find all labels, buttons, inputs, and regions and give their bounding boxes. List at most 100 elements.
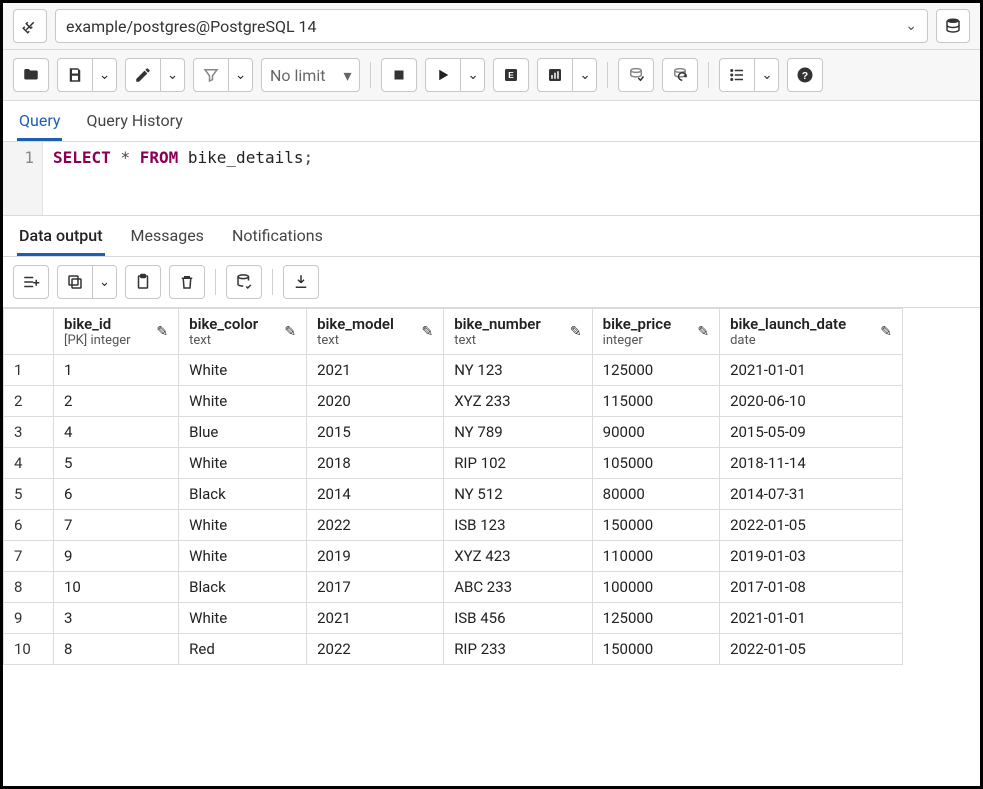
explain-button[interactable]: E — [493, 58, 529, 92]
commit-button[interactable] — [618, 58, 654, 92]
cell-bike_model[interactable]: 2015 — [307, 417, 444, 448]
cell-bike_model[interactable]: 2017 — [307, 572, 444, 603]
open-file-button[interactable] — [13, 58, 49, 92]
rollback-button[interactable] — [662, 58, 698, 92]
table-row[interactable]: 45White2018RIP 1021050002018-11-14 — [4, 448, 903, 479]
tab-query-history[interactable]: Query History — [84, 101, 184, 141]
connection-status-button[interactable] — [13, 9, 47, 43]
macros-button[interactable] — [719, 58, 755, 92]
cell-bike_model[interactable]: 2019 — [307, 541, 444, 572]
cell-bike_launch_date[interactable]: 2017-01-08 — [720, 572, 903, 603]
cell-bike_number[interactable]: NY 123 — [444, 355, 592, 386]
cell-bike_launch_date[interactable]: 2020-06-10 — [720, 386, 903, 417]
cell-bike_color[interactable]: Red — [179, 634, 307, 665]
cell-bike_model[interactable]: 2022 — [307, 634, 444, 665]
table-row[interactable]: 810Black2017ABC 2331000002017-01-08 — [4, 572, 903, 603]
cell-bike_launch_date[interactable]: 2021-01-01 — [720, 355, 903, 386]
column-header-bike_id[interactable]: bike_id[PK] integer✎ — [54, 309, 179, 355]
column-header-bike_launch_date[interactable]: bike_launch_datedate✎ — [720, 309, 903, 355]
cell-bike_launch_date[interactable]: 2015-05-09 — [720, 417, 903, 448]
save-dropdown[interactable]: ⌄ — [93, 58, 117, 92]
result-grid-wrapper[interactable]: bike_id[PK] integer✎bike_colortext✎ bike_… — [3, 308, 980, 786]
cell-bike_color[interactable]: White — [179, 510, 307, 541]
execute-button[interactable] — [425, 58, 461, 92]
tab-notifications[interactable]: Notifications — [230, 216, 325, 256]
tab-messages[interactable]: Messages — [129, 216, 206, 256]
cell-bike_model[interactable]: 2014 — [307, 479, 444, 510]
delete-row-button[interactable] — [169, 265, 205, 299]
table-row[interactable]: 22White2020XYZ 2331150002020-06-10 — [4, 386, 903, 417]
table-row[interactable]: 93White2021ISB 4561250002021-01-01 — [4, 603, 903, 634]
cell-bike_color[interactable]: White — [179, 448, 307, 479]
table-row[interactable]: 108Red2022RIP 2331500002022-01-05 — [4, 634, 903, 665]
cell-bike_model[interactable]: 2021 — [307, 603, 444, 634]
cell-bike_color[interactable]: White — [179, 355, 307, 386]
cell-bike_model[interactable]: 2022 — [307, 510, 444, 541]
cell-bike_price[interactable]: 115000 — [592, 386, 719, 417]
cell-bike_id[interactable]: 4 — [54, 417, 179, 448]
execute-dropdown[interactable]: ⌄ — [461, 58, 485, 92]
cell-bike_price[interactable]: 110000 — [592, 541, 719, 572]
explain-analyze-dropdown[interactable]: ⌄ — [573, 58, 597, 92]
row-number-cell[interactable]: 4 — [4, 448, 54, 479]
save-data-button[interactable] — [226, 265, 262, 299]
cell-bike_id[interactable]: 5 — [54, 448, 179, 479]
table-row[interactable]: 79White2019XYZ 4231100002019-01-03 — [4, 541, 903, 572]
cell-bike_id[interactable]: 6 — [54, 479, 179, 510]
cell-bike_id[interactable]: 8 — [54, 634, 179, 665]
cell-bike_launch_date[interactable]: 2014-07-31 — [720, 479, 903, 510]
table-row[interactable]: 56Black2014NY 512800002014-07-31 — [4, 479, 903, 510]
macros-dropdown[interactable]: ⌄ — [755, 58, 779, 92]
cell-bike_launch_date[interactable]: 2022-01-05 — [720, 510, 903, 541]
row-number-cell[interactable]: 3 — [4, 417, 54, 448]
cell-bike_launch_date[interactable]: 2019-01-03 — [720, 541, 903, 572]
table-row[interactable]: 11White2021NY 1231250002021-01-01 — [4, 355, 903, 386]
copy-dropdown[interactable]: ⌄ — [93, 265, 117, 299]
cell-bike_number[interactable]: RIP 233 — [444, 634, 592, 665]
cell-bike_color[interactable]: Black — [179, 479, 307, 510]
cell-bike_id[interactable]: 10 — [54, 572, 179, 603]
cell-bike_price[interactable]: 80000 — [592, 479, 719, 510]
cell-bike_price[interactable]: 125000 — [592, 603, 719, 634]
save-button[interactable] — [57, 58, 93, 92]
cell-bike_number[interactable]: RIP 102 — [444, 448, 592, 479]
connection-selector[interactable]: example/postgres@PostgreSQL 14 ⌄ — [55, 9, 928, 43]
cell-bike_number[interactable]: ISB 123 — [444, 510, 592, 541]
tab-data-output[interactable]: Data output — [17, 216, 105, 256]
cell-bike_price[interactable]: 125000 — [592, 355, 719, 386]
filter-dropdown[interactable]: ⌄ — [229, 58, 253, 92]
help-button[interactable]: ? — [787, 58, 823, 92]
row-number-header[interactable] — [4, 309, 54, 355]
cell-bike_price[interactable]: 150000 — [592, 634, 719, 665]
cell-bike_number[interactable]: XYZ 233 — [444, 386, 592, 417]
sql-editor[interactable]: 1 SELECT * FROM bike_details; — [3, 142, 980, 216]
cell-bike_price[interactable]: 90000 — [592, 417, 719, 448]
cell-bike_number[interactable]: ABC 233 — [444, 572, 592, 603]
row-number-cell[interactable]: 9 — [4, 603, 54, 634]
row-number-cell[interactable]: 2 — [4, 386, 54, 417]
cell-bike_model[interactable]: 2018 — [307, 448, 444, 479]
paste-button[interactable] — [125, 265, 161, 299]
cell-bike_id[interactable]: 9 — [54, 541, 179, 572]
cell-bike_color[interactable]: White — [179, 603, 307, 634]
cell-bike_id[interactable]: 1 — [54, 355, 179, 386]
add-row-button[interactable] — [13, 265, 49, 299]
cell-bike_model[interactable]: 2020 — [307, 386, 444, 417]
cell-bike_id[interactable]: 3 — [54, 603, 179, 634]
row-number-cell[interactable]: 10 — [4, 634, 54, 665]
copy-button[interactable] — [57, 265, 93, 299]
row-number-cell[interactable]: 8 — [4, 572, 54, 603]
column-header-bike_number[interactable]: bike_numbertext✎ — [444, 309, 592, 355]
cell-bike_number[interactable]: NY 512 — [444, 479, 592, 510]
edit-dropdown[interactable]: ⌄ — [161, 58, 185, 92]
cell-bike_price[interactable]: 105000 — [592, 448, 719, 479]
stop-button[interactable] — [381, 58, 417, 92]
tab-query[interactable]: Query — [17, 101, 62, 141]
row-number-cell[interactable]: 1 — [4, 355, 54, 386]
cell-bike_price[interactable]: 150000 — [592, 510, 719, 541]
column-header-bike_color[interactable]: bike_colortext✎ — [179, 309, 307, 355]
cell-bike_number[interactable]: NY 789 — [444, 417, 592, 448]
cell-bike_model[interactable]: 2021 — [307, 355, 444, 386]
editor-code[interactable]: SELECT * FROM bike_details; — [43, 142, 323, 215]
row-limit-selector[interactable]: No limit ▾ — [261, 58, 360, 92]
